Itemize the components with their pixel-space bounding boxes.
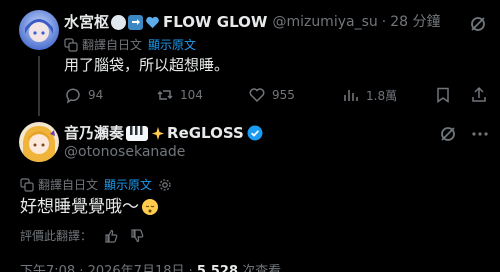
- post-meta-row: 下午7:08 · 2026年7月18日 · 5,528 次查看: [20, 260, 281, 272]
- sparkles-icon: [150, 126, 165, 141]
- rate-translation-row: 評價此翻譯：: [20, 227, 144, 244]
- blue-heart-icon: [145, 15, 160, 30]
- sleeping-face-icon: [142, 199, 158, 215]
- post-detail-view: 水宮枢 FLOW GLOW @mizumiya_su · 28 分鐘 翻譯自日文…: [0, 0, 500, 272]
- heart-icon: [249, 88, 265, 103]
- reply-to-action-bar: 94 104 955 1.8萬: [64, 86, 488, 106]
- translation-settings-gear-icon[interactable]: [158, 178, 172, 192]
- share-icon: [472, 86, 486, 102]
- show-original-link[interactable]: 顯示原文: [148, 37, 196, 53]
- piano-icon: [126, 125, 149, 141]
- like-count: 955: [272, 88, 295, 102]
- like-button[interactable]: 955: [248, 86, 295, 104]
- author-display-name[interactable]: 音乃瀬奏: [64, 123, 124, 143]
- reply-count: 94: [88, 88, 104, 102]
- speech-bubble-icon: [111, 14, 127, 30]
- grok-icon[interactable]: [438, 124, 458, 144]
- post-views-label: 次查看: [238, 264, 282, 272]
- main-post-text: 好想睡覺覺哦～: [20, 196, 159, 218]
- views-count: 1.8萬: [366, 88, 398, 103]
- reply-icon: [66, 88, 80, 104]
- reply-button[interactable]: 94: [64, 86, 103, 104]
- verified-badge-icon[interactable]: [247, 125, 263, 141]
- views-bar-chart-icon: [344, 90, 358, 101]
- thumbs-up-icon[interactable]: [104, 229, 118, 243]
- bookmark-icon: [437, 87, 449, 103]
- show-original-link[interactable]: 顯示原文: [104, 177, 152, 193]
- translated-from-label: 翻譯自日文: [82, 38, 143, 52]
- translation-notice: 翻譯自日文 顯示原文: [20, 177, 172, 193]
- avatar-otonose[interactable]: [19, 122, 59, 162]
- translated-from-label: 翻譯自日文: [38, 178, 99, 192]
- grok-icon[interactable]: [468, 14, 488, 34]
- main-author-row: 音乃瀬奏 ReGLOSS: [64, 123, 263, 143]
- repost-button[interactable]: 104: [156, 86, 203, 104]
- rate-translation-label: 評價此翻譯：: [20, 229, 93, 243]
- reply-to-author-row: 水宮枢 FLOW GLOW @mizumiya_su · 28 分鐘: [64, 12, 440, 32]
- main-post-text-content: 好想睡覺覺哦～: [20, 197, 139, 217]
- translate-icon: [20, 178, 34, 192]
- author-handle[interactable]: @otonosekanade: [64, 142, 185, 162]
- more-options-icon[interactable]: [470, 124, 490, 144]
- author-display-name[interactable]: 水宮枢: [64, 12, 109, 32]
- bookmark-button[interactable]: [434, 86, 458, 104]
- thumbs-down-icon[interactable]: [130, 228, 144, 243]
- post-time[interactable]: 28 分鐘: [390, 12, 440, 32]
- post-timestamp[interactable]: 下午7:08 · 2026年7月18日 ·: [20, 264, 197, 272]
- views-button[interactable]: 1.8萬: [342, 86, 397, 104]
- author-handle[interactable]: @mizumiya_su: [272, 12, 377, 32]
- thread-connector-line: [38, 56, 40, 116]
- author-name-suffix[interactable]: ReGLOSS: [167, 123, 244, 143]
- share-button[interactable]: [470, 86, 494, 104]
- repeat-icon: [128, 14, 144, 30]
- translate-icon: [64, 38, 78, 52]
- repost-icon: [157, 90, 173, 100]
- author-name-suffix[interactable]: FLOW GLOW: [163, 12, 267, 32]
- translation-notice: 翻譯自日文 顯示原文: [64, 37, 196, 53]
- separator-dot: ·: [381, 14, 387, 30]
- main-handle-row: @otonosekanade: [64, 142, 185, 162]
- post-view-count: 5,528: [196, 264, 239, 272]
- avatar-mizumiya[interactable]: [19, 10, 59, 50]
- repost-count: 104: [180, 88, 203, 102]
- reply-to-post-text: 用了腦袋，所以超想睡。: [64, 56, 230, 74]
